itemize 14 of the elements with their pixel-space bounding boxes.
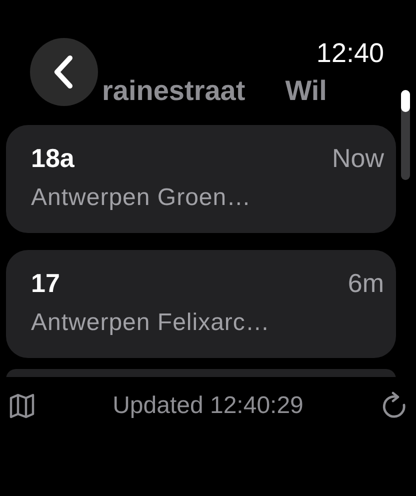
stop-name-tab[interactable]: rainestraat [102,74,246,108]
updated-status: Updated 12:40:29 [112,392,304,420]
chevron-left-icon [53,55,75,89]
departure-time: 6m [348,268,384,299]
line-number: 17 [31,268,60,299]
clock: 12:40 [316,38,384,68]
departure-card[interactable]: 18a Now Antwerpen Groen… [6,125,396,233]
line-number: 18a [31,143,74,174]
departure-card[interactable]: 17 6m Antwerpen Felixarc… [6,250,396,358]
departure-time: Now [332,143,384,174]
map-icon[interactable] [8,392,36,420]
destination: Antwerpen Felixarc… [31,309,271,337]
stop-name-tab[interactable]: Wil [285,74,327,108]
destination: Antwerpen Groen… [31,184,252,212]
